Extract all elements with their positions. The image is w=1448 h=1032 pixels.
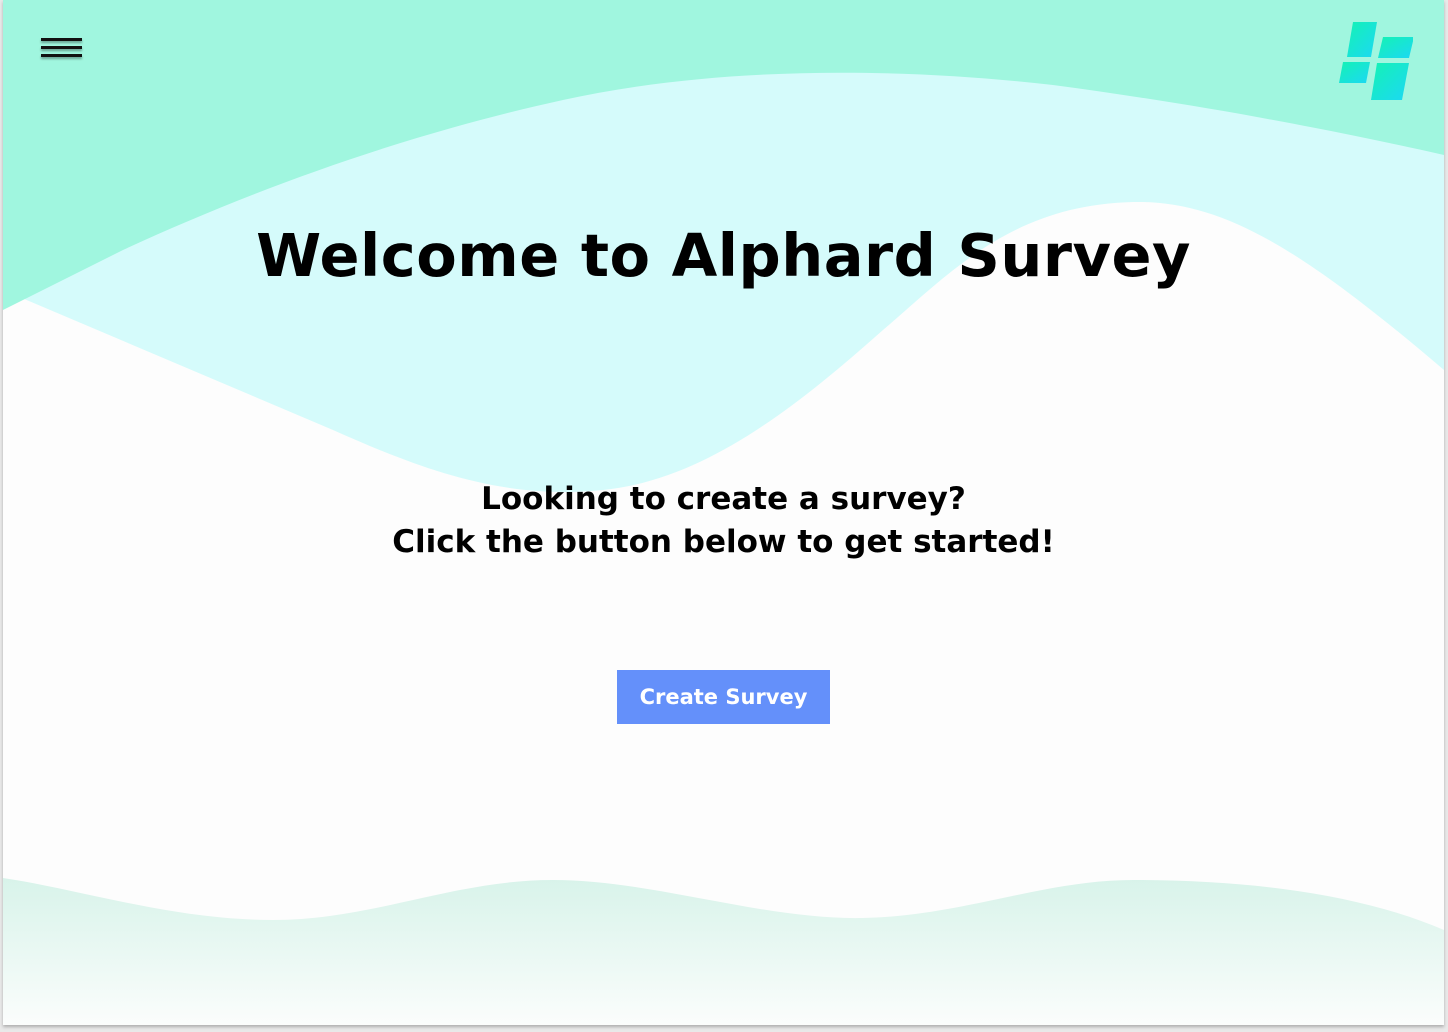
page-title: Welcome to Alphard Survey	[256, 221, 1191, 290]
alphard-logo-icon[interactable]	[1333, 20, 1413, 102]
intro-line-1: Looking to create a survey?	[481, 481, 966, 517]
menu-button[interactable]	[41, 38, 83, 64]
intro-line-2: Click the button below to get started!	[392, 524, 1055, 560]
intro-text: Looking to create a survey? Click the bu…	[3, 478, 1444, 564]
wave-bottom	[3, 878, 1444, 1025]
landing-page: Welcome to Alphard Survey Looking to cre…	[3, 0, 1444, 1025]
create-survey-button[interactable]: Create Survey	[617, 670, 830, 724]
